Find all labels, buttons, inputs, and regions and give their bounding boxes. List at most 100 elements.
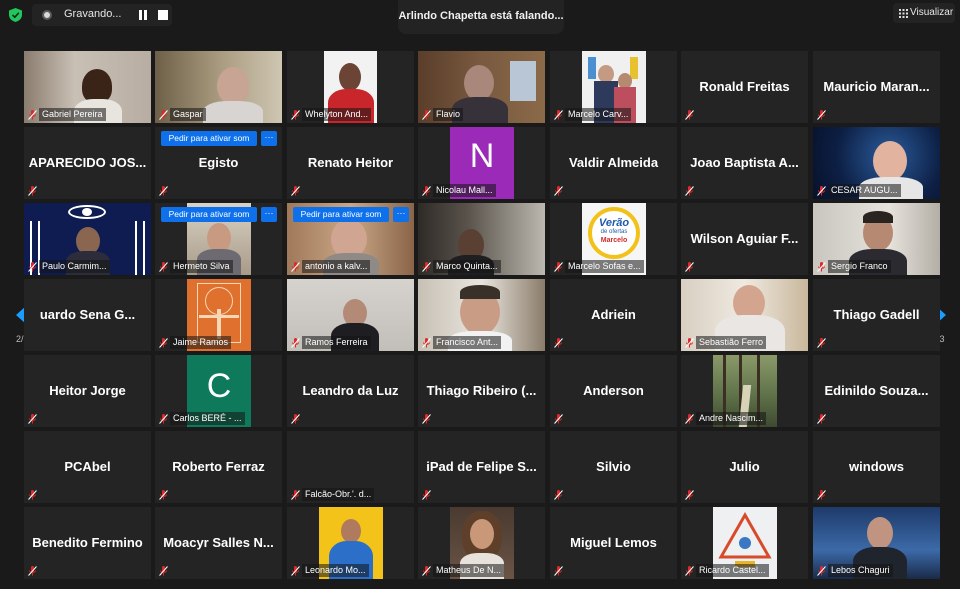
muted-mic-icon xyxy=(685,414,694,424)
participant-tile[interactable]: Pedir para ativar som ··· Egisto xyxy=(155,127,282,199)
participant-name: Francisco Ant... xyxy=(433,336,502,349)
participant-tile[interactable]: Julio xyxy=(681,431,808,503)
participant-name: Andre Nascim... xyxy=(696,412,767,425)
participant-tile[interactable]: Thiago Gadell xyxy=(813,279,940,351)
participant-tile[interactable]: Sebastião Ferro xyxy=(681,279,808,351)
ask-to-unmute-button[interactable]: Pedir para ativar som xyxy=(161,131,257,146)
muted-mic-icon xyxy=(554,414,563,424)
muted-mic-icon xyxy=(685,110,694,120)
participant-tile[interactable]: Lebos Chaguri xyxy=(813,507,940,579)
participant-tile[interactable]: Renato Heitor xyxy=(287,127,414,199)
participant-name: antonio a kalv... xyxy=(302,260,371,273)
participant-name: Anderson xyxy=(583,383,644,398)
participant-tile[interactable]: Gaspar xyxy=(155,51,282,123)
participant-tile[interactable]: Pedir para ativar som ··· antonio a kalv… xyxy=(287,203,414,275)
muted-mic-icon xyxy=(554,262,563,272)
participant-name: APARECIDO JOS... xyxy=(28,155,147,170)
participant-tile[interactable]: Ramos Ferreira xyxy=(287,279,414,351)
participant-tile[interactable]: Jaime Ramos xyxy=(155,279,282,351)
muted-mic-icon xyxy=(817,414,826,424)
participant-name: Edinildo Souza... xyxy=(824,383,929,398)
muted-mic-icon xyxy=(817,262,826,272)
participant-name: uardo Sena G... xyxy=(39,307,136,322)
participant-tile[interactable]: Sergio Franco xyxy=(813,203,940,275)
participant-tile[interactable]: uardo Sena G... xyxy=(24,279,151,351)
participant-tile[interactable]: APARECIDO JOS... xyxy=(24,127,151,199)
sign-line2: de ofertas xyxy=(600,229,628,235)
participant-name: Julio xyxy=(729,459,760,474)
participant-tile[interactable]: Adriein xyxy=(550,279,677,351)
participant-tile[interactable]: Flavio xyxy=(418,51,545,123)
participant-tile[interactable]: Anderson xyxy=(550,355,677,427)
participant-tile[interactable]: PCAbel xyxy=(24,431,151,503)
participant-tile[interactable]: Roberto Ferraz xyxy=(155,431,282,503)
muted-mic-icon xyxy=(422,110,431,120)
participant-tile[interactable]: Valdir Almeida xyxy=(550,127,677,199)
participant-name: Gabriel Pereira xyxy=(39,108,106,121)
participant-tile[interactable]: Pedir para ativar som ··· Hermeto Silva xyxy=(155,203,282,275)
participant-name: Roberto Ferraz xyxy=(172,459,265,474)
ask-to-unmute-button[interactable]: Pedir para ativar som xyxy=(293,207,389,222)
muted-mic-icon xyxy=(817,338,826,348)
muted-mic-icon xyxy=(291,566,300,576)
participant-tile[interactable]: Moacyr Salles N... xyxy=(155,507,282,579)
participant-tile[interactable]: Francisco Ant... xyxy=(418,279,545,351)
participant-tile[interactable]: N Nicolau Mall... xyxy=(418,127,545,199)
participant-name: Silvio xyxy=(596,459,631,474)
participant-tile[interactable]: CESAR AUGU... xyxy=(813,127,940,199)
ask-to-unmute-button[interactable]: Pedir para ativar som xyxy=(161,207,257,222)
participant-tile[interactable]: Ronald Freitas xyxy=(681,51,808,123)
muted-mic-icon xyxy=(291,338,300,348)
participant-tile[interactable]: Falcão-Obr.'. d... xyxy=(287,431,414,503)
muted-mic-icon xyxy=(159,338,168,348)
muted-mic-icon xyxy=(554,566,563,576)
more-options-button[interactable]: ··· xyxy=(261,207,277,222)
muted-mic-icon xyxy=(685,262,694,272)
muted-mic-icon xyxy=(422,262,431,272)
muted-mic-icon xyxy=(817,490,826,500)
participant-tile[interactable]: Leandro da Luz xyxy=(287,355,414,427)
participant-tile[interactable]: Benedito Fermino xyxy=(24,507,151,579)
participant-tile[interactable]: Ricardo Castel... xyxy=(681,507,808,579)
muted-mic-icon xyxy=(28,414,37,424)
participant-tile[interactable]: Joao Baptista A... xyxy=(681,127,808,199)
muted-mic-icon xyxy=(422,338,431,348)
participant-tile[interactable]: iPad de Felipe S... xyxy=(418,431,545,503)
participant-name: Sergio Franco xyxy=(828,260,891,273)
participant-tile[interactable]: Matheus De N... xyxy=(418,507,545,579)
participant-name: Lebos Chaguri xyxy=(828,564,893,577)
participant-tile[interactable]: Marco Quinta... xyxy=(418,203,545,275)
participant-name: Carlos BERÉ - ... xyxy=(170,412,245,425)
participant-tile[interactable]: Andre Nascim... xyxy=(681,355,808,427)
muted-mic-icon xyxy=(28,566,37,576)
participant-tile[interactable]: Verão de ofertas Marcelo Marcelo Sofas e… xyxy=(550,203,677,275)
participant-tile[interactable]: Mauricio Maran... xyxy=(813,51,940,123)
muted-mic-icon xyxy=(28,490,37,500)
sign-line1: Verão xyxy=(598,217,630,229)
participant-name: Leandro da Luz xyxy=(302,383,399,398)
participant-tile[interactable]: Whelyton And... xyxy=(287,51,414,123)
participant-name: Ricardo Castel... xyxy=(696,564,769,577)
participant-name: Falcão-Obr.'. d... xyxy=(302,488,375,501)
participant-tile[interactable]: Edinildo Souza... xyxy=(813,355,940,427)
participant-tile[interactable]: Paulo Carmim... xyxy=(24,203,151,275)
participant-name: CESAR AUGU... xyxy=(828,184,901,197)
muted-mic-icon xyxy=(291,262,300,272)
participant-name: Mauricio Maran... xyxy=(823,79,930,94)
participant-name: Whelyton And... xyxy=(302,108,372,121)
participant-tile[interactable]: windows xyxy=(813,431,940,503)
muted-mic-icon xyxy=(159,414,168,424)
participant-tile[interactable]: Heitor Jorge xyxy=(24,355,151,427)
muted-mic-icon xyxy=(28,110,37,120)
participant-tile[interactable]: Thiago Ribeiro (... xyxy=(418,355,545,427)
participant-tile[interactable]: Silvio xyxy=(550,431,677,503)
participant-tile[interactable]: Wilson Aguiar F... xyxy=(681,203,808,275)
more-options-button[interactable]: ··· xyxy=(261,131,277,146)
more-options-button[interactable]: ··· xyxy=(393,207,409,222)
participant-tile[interactable]: Marcelo Carv... xyxy=(550,51,677,123)
participant-tile[interactable]: Leonardo Mo... xyxy=(287,507,414,579)
muted-mic-icon xyxy=(817,566,826,576)
participant-tile[interactable]: C Carlos BERÉ - ... xyxy=(155,355,282,427)
participant-tile[interactable]: Miguel Lemos xyxy=(550,507,677,579)
participant-tile[interactable]: Gabriel Pereira xyxy=(24,51,151,123)
